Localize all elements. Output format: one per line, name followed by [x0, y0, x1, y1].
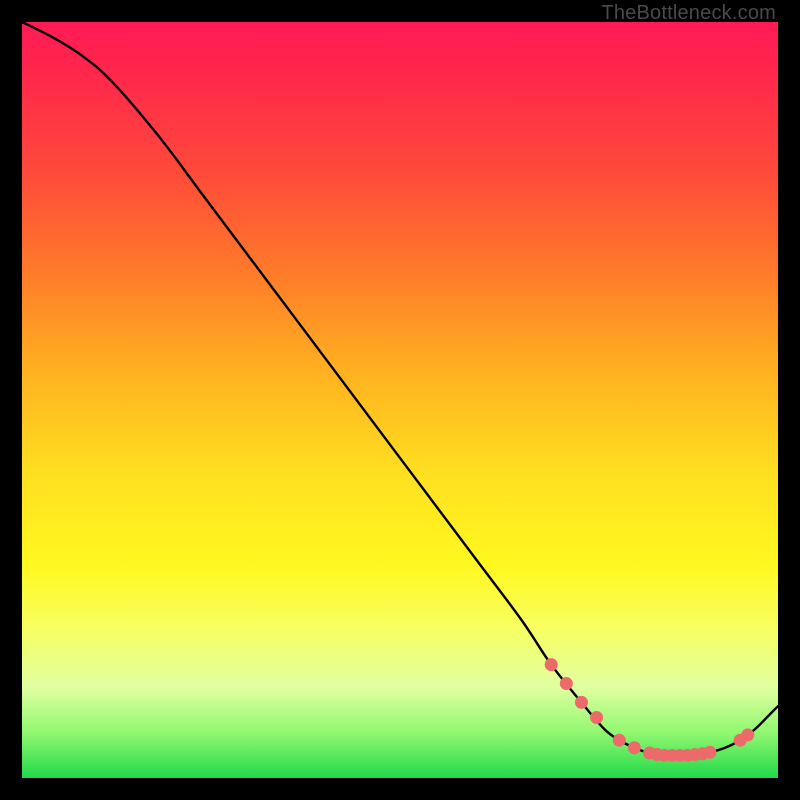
chart-markers	[545, 658, 755, 762]
chart-marker	[545, 658, 558, 671]
chart-marker	[575, 696, 588, 709]
chart-marker	[703, 746, 716, 759]
chart-plot-area	[22, 22, 778, 778]
chart-svg	[22, 22, 778, 778]
chart-marker	[628, 741, 641, 754]
chart-marker	[741, 728, 754, 741]
chart-marker	[560, 677, 573, 690]
chart-marker	[590, 711, 603, 724]
attribution-text: TheBottleneck.com	[601, 2, 776, 25]
chart-frame: TheBottleneck.com	[0, 0, 800, 800]
chart-marker	[613, 734, 626, 747]
chart-curve	[22, 22, 778, 756]
